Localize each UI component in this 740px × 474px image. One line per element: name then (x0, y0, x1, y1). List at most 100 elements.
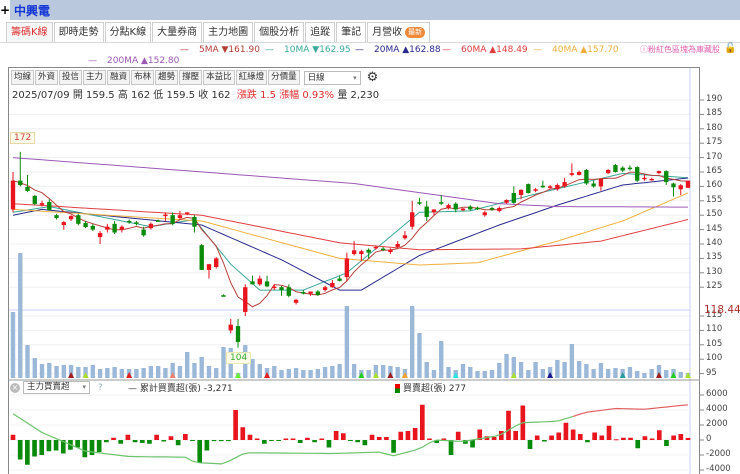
net-buy-sell-bar (211, 440, 217, 442)
candle-body (642, 177, 647, 180)
volume-bar (635, 371, 640, 378)
price-tick-label: 105 (706, 338, 723, 349)
candle-body (359, 251, 364, 255)
volume-bar (649, 369, 654, 378)
candle-body (605, 169, 611, 174)
net-buy-sell-bar (527, 440, 533, 449)
candle-body (330, 282, 335, 288)
net-buy-sell-bar (154, 434, 159, 440)
volume-bar (214, 368, 219, 378)
net-buy-sell-bar (621, 437, 626, 440)
candle-body (547, 186, 553, 188)
net-buy-sell-bar (261, 440, 267, 444)
candle-body (235, 326, 241, 342)
volume-bar (54, 366, 59, 378)
candle-body (177, 215, 183, 219)
candle-body (504, 199, 509, 203)
net-buy-sell-bar (649, 438, 655, 440)
volume-bar (10, 312, 16, 378)
candle-body (315, 291, 321, 295)
help-icon[interactable]: ? (98, 383, 103, 393)
net-buy-sell-bar (139, 440, 145, 443)
net-buy-sell-bar (606, 425, 612, 440)
candle-body (656, 171, 662, 174)
volume-bar (460, 364, 466, 378)
candle-body (497, 208, 502, 211)
close-icon[interactable]: × (10, 382, 20, 393)
net-buy-sell-bar (563, 422, 569, 440)
net-buy-sell-bar (104, 440, 109, 443)
net-buy-sell-bar (470, 440, 475, 448)
net-buy-sell-bar (642, 436, 648, 440)
volume-bar (47, 363, 52, 378)
net-buy-sell-bar (613, 439, 619, 441)
net-buy-sell-bar (376, 437, 382, 440)
candle-body (105, 226, 110, 230)
candle-body (460, 208, 466, 211)
price-chart[interactable] (0, 0, 740, 474)
volume-bar (206, 366, 212, 378)
candle-body (39, 203, 45, 205)
net-buy-sell-bar (17, 440, 23, 460)
candle-body (10, 180, 16, 210)
volume-bar (504, 354, 509, 378)
candle-body (678, 185, 683, 190)
candle-body (446, 205, 451, 208)
volume-bar (279, 370, 284, 378)
net-buy-sell-bar (39, 440, 45, 455)
candle-body (482, 212, 487, 216)
indicator-select[interactable]: 主力買賣超 ▾ (23, 381, 90, 394)
net-buy-sell-bar (240, 427, 246, 440)
volume-bar (221, 347, 226, 378)
indicator-tick-label: -4000 (706, 464, 731, 474)
net-buy-sell-bar (491, 437, 497, 440)
candle-body (351, 250, 357, 255)
cumulative-legend: — 累計買賣超(張) -3,271 (128, 384, 233, 394)
candle-body (141, 229, 146, 236)
candle-body (555, 184, 560, 190)
net-buy-sell-bar (305, 437, 310, 440)
volume-bar (598, 363, 604, 378)
volume-bar (163, 368, 168, 378)
indicator-tick-label: 0 (706, 434, 712, 444)
net-buy-sell-bar (111, 437, 116, 440)
net-buy-sell-bar (455, 431, 461, 440)
candle-body (591, 183, 596, 187)
volume-bar (18, 253, 23, 378)
volume-bar (177, 366, 183, 378)
volume-bar (439, 341, 444, 378)
candle-body (526, 184, 531, 194)
indicator-value: 主力買賣超 (27, 382, 70, 392)
net-buy-sell-bar (319, 438, 325, 440)
volume-bar (446, 367, 451, 378)
candle-body (68, 216, 74, 220)
net-buy-sell-bar (506, 410, 511, 440)
volume-bar (344, 306, 350, 378)
net-buy-sell-bar (556, 432, 562, 440)
net-buy-sell-bar (197, 440, 203, 463)
net-buy-sell-bar (226, 440, 231, 442)
volume-bar (584, 364, 589, 378)
net-buy-sell-bar (204, 440, 210, 451)
price-tick-label: 165 (706, 166, 723, 176)
volume-bar (148, 366, 154, 378)
volume-bar (90, 365, 96, 378)
candle-body (395, 244, 400, 247)
net-buy-sell-bar (175, 440, 181, 446)
candle-body (576, 172, 582, 175)
candle-body (18, 180, 23, 185)
volume-bar (185, 352, 190, 378)
candle-body (518, 189, 524, 196)
net-buy-sell-bar (125, 434, 131, 440)
price-tick-label: 145 (706, 223, 723, 234)
price-tick-label: 130 (706, 266, 723, 277)
volume-bar (497, 363, 502, 378)
volume-bar (417, 333, 422, 378)
volume-bar (293, 368, 299, 378)
volume-bar (141, 368, 146, 378)
candle-body (569, 173, 575, 175)
indicator-controls: × 主力買賣超 ▾ ? (10, 381, 103, 394)
high-price-label: 172 (10, 132, 36, 144)
cumulative-value: 累計買賣超(張) -3,271 (139, 384, 233, 394)
net-buy-sell-bar (542, 440, 547, 442)
